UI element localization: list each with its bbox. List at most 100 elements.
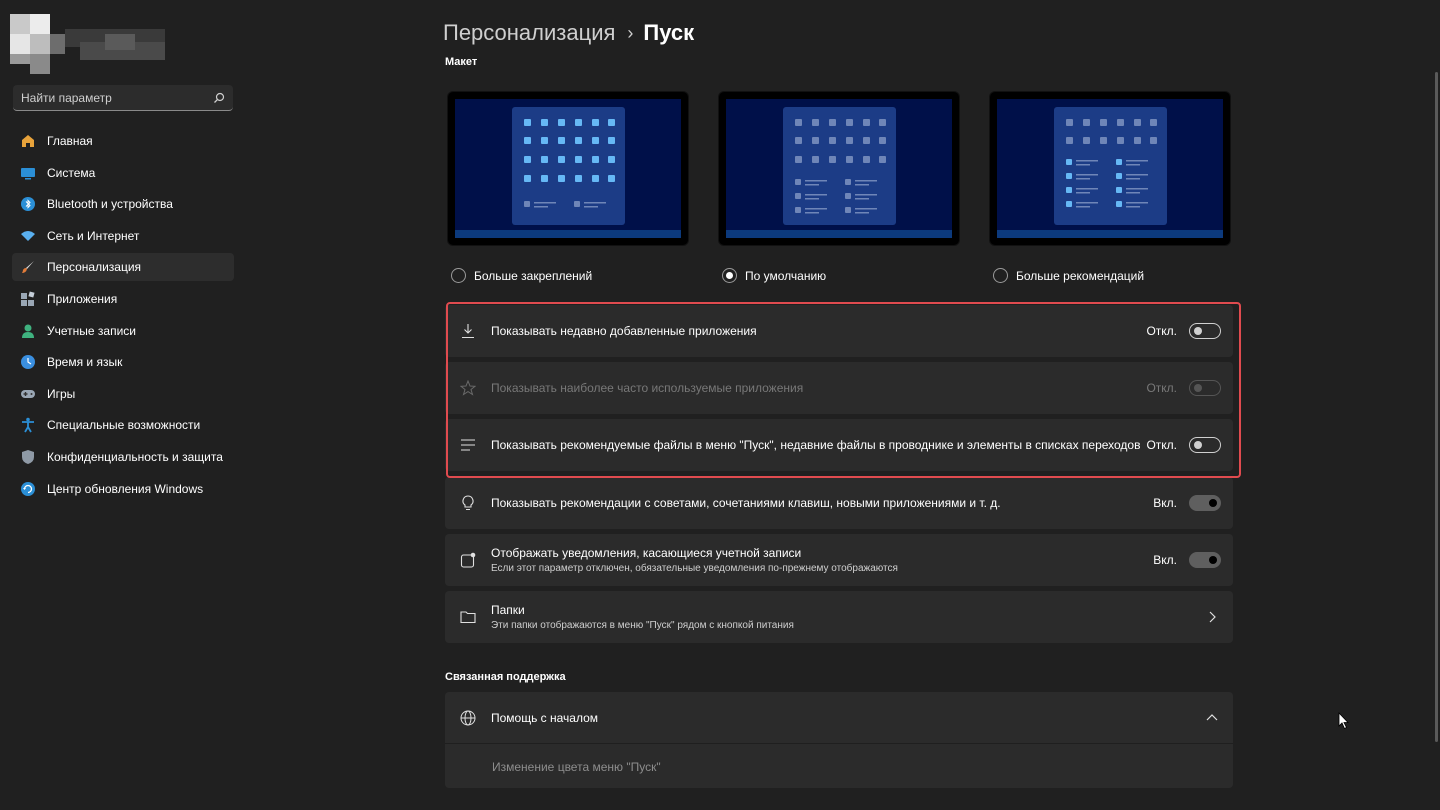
account-notification-icon [459, 551, 477, 569]
setting-title: Показывать наиболее часто используемые п… [491, 381, 804, 395]
setting-title: Показывать недавно добавленные приложени… [491, 324, 757, 338]
toggle-state-label: Вкл. [1153, 496, 1177, 510]
update-icon [20, 481, 36, 497]
layout-preview[interactable] [718, 91, 960, 246]
toggle-state-label: Откл. [1146, 324, 1177, 338]
sidebar-item-label: Сеть и Интернет [47, 228, 140, 243]
setting-description: Если этот параметр отключен, обязательны… [491, 563, 898, 574]
setting-recently-added-apps[interactable]: Показывать недавно добавленные приложени… [445, 305, 1233, 357]
sidebar-item-personalization[interactable]: Персонализация [12, 253, 234, 282]
setting-account-notifications[interactable]: Отображать уведомления, касающиеся учетн… [445, 534, 1233, 586]
sidebar: Главная Система Bluetooth и устройства С… [0, 0, 245, 810]
sidebar-item-gaming[interactable]: Игры [12, 380, 234, 408]
layout-option-default[interactable]: По умолчанию [718, 91, 960, 283]
toggle-switch[interactable] [1189, 495, 1221, 511]
layout-options: Больше закреплений По умолчанию Больше р… [447, 91, 1233, 286]
setting-most-used-apps: Показывать наиболее часто используемые п… [445, 362, 1233, 414]
preview-taskbar [455, 230, 681, 238]
layout-radio-default[interactable]: По умолчанию [718, 268, 960, 283]
layout-radio-more-recommendations[interactable]: Больше рекомендаций [989, 268, 1231, 283]
layout-radio-more-pins[interactable]: Больше закреплений [447, 268, 689, 283]
toggle-switch[interactable] [1189, 552, 1221, 568]
setting-description: Эти папки отображаются в меню "Пуск" ряд… [491, 620, 794, 631]
monitor-icon [20, 165, 36, 181]
home-icon [20, 133, 36, 149]
sidebar-item-bluetooth[interactable]: Bluetooth и устройства [12, 190, 234, 218]
layout-section-title: Макет [445, 56, 478, 68]
sidebar-item-privacy[interactable]: Конфиденциальность и защита [12, 443, 234, 471]
apps-icon [20, 291, 36, 307]
sidebar-item-label: Система [47, 165, 96, 180]
sidebar-item-apps[interactable]: Приложения [12, 285, 234, 313]
search-field[interactable] [13, 85, 233, 111]
sidebar-item-label: Время и язык [47, 355, 123, 370]
avatar[interactable] [10, 14, 165, 76]
search-input[interactable] [21, 90, 213, 105]
page-title: Пуск [643, 20, 695, 45]
sidebar-item-label: Центр обновления Windows [47, 481, 204, 496]
layout-preview[interactable] [989, 91, 1231, 246]
brush-icon [20, 259, 36, 275]
help-expander-header[interactable]: Помощь с началом [445, 692, 1233, 744]
preview-taskbar [726, 230, 952, 238]
layout-preview[interactable] [447, 91, 689, 246]
radio-button[interactable] [722, 268, 737, 283]
accessibility-icon [20, 417, 36, 433]
sidebar-item-label: Приложения [47, 291, 118, 306]
preview-start-menu [1054, 107, 1167, 225]
sidebar-item-system[interactable]: Система [12, 159, 234, 187]
scrollbar[interactable] [1435, 72, 1438, 742]
help-expander: Помощь с началом Изменение цвета меню "П… [445, 692, 1233, 788]
preview-taskbar [997, 230, 1223, 238]
sidebar-item-time-language[interactable]: Время и язык [12, 348, 234, 376]
shield-icon [20, 449, 36, 465]
folder-icon [459, 608, 477, 626]
wifi-icon [20, 228, 36, 244]
setting-recommended-files[interactable]: Показывать рекомендуемые файлы в меню "П… [445, 419, 1233, 471]
bluetooth-icon [20, 196, 36, 212]
sidebar-item-accounts[interactable]: Учетные записи [12, 317, 234, 345]
sidebar-item-label: Игры [47, 386, 76, 401]
toggle-switch[interactable] [1189, 323, 1221, 339]
preview-tiles [524, 119, 615, 208]
preview-start-menu [783, 107, 896, 225]
toggle-state-label: Откл. [1146, 438, 1177, 452]
help-link-start-color[interactable]: Изменение цвета меню "Пуск" [445, 744, 1233, 774]
setting-title: Отображать уведомления, касающиеся учетн… [491, 546, 802, 560]
sidebar-item-label: Учетные записи [47, 323, 136, 338]
sidebar-item-label: Конфиденциальность и защита [47, 449, 223, 464]
radio-label: По умолчанию [745, 268, 827, 283]
layout-option-more-recommendations[interactable]: Больше рекомендаций [989, 91, 1231, 283]
chevron-up-icon[interactable] [1203, 709, 1221, 727]
layout-option-more-pins[interactable]: Больше закреплений [447, 91, 689, 283]
sidebar-nav: Главная Система Bluetooth и устройства С… [12, 127, 234, 506]
sidebar-item-label: Главная [47, 134, 93, 148]
radio-button[interactable] [451, 268, 466, 283]
sidebar-item-label: Bluetooth и устройства [47, 197, 173, 212]
person-icon [20, 323, 36, 339]
sidebar-item-network[interactable]: Сеть и Интернет [12, 222, 234, 250]
toggle-switch[interactable] [1189, 437, 1221, 453]
breadcrumb-parent[interactable]: Персонализация [443, 20, 615, 46]
gamepad-icon [20, 386, 36, 402]
chevron-right-icon: › [627, 22, 634, 43]
setting-tips-recommendations[interactable]: Показывать рекомендации с советами, соче… [445, 477, 1233, 529]
setting-title: Показывать рекомендации с советами, соче… [491, 496, 1001, 510]
setting-title: Папки [491, 603, 525, 617]
search-icon[interactable] [213, 92, 225, 104]
sidebar-item-home[interactable]: Главная [12, 127, 234, 155]
globe-clock-icon [20, 354, 36, 370]
setting-folders[interactable]: Папки Эти папки отображаются в меню "Пус… [445, 591, 1233, 643]
star-icon [459, 379, 477, 397]
breadcrumb: Персонализация › Пуск [443, 20, 694, 46]
sidebar-item-label: Специальные возможности [47, 418, 201, 433]
radio-button[interactable] [993, 268, 1008, 283]
radio-label: Больше закреплений [474, 268, 593, 283]
chevron-right-icon[interactable] [1203, 608, 1221, 626]
sidebar-item-windows-update[interactable]: Центр обновления Windows [12, 475, 234, 503]
toggle-state-label: Вкл. [1153, 553, 1177, 567]
toggle-state-label: Откл. [1146, 381, 1177, 395]
sidebar-item-accessibility[interactable]: Специальные возможности [12, 411, 234, 439]
help-title: Помощь с началом [491, 710, 599, 725]
radio-label: Больше рекомендаций [1016, 268, 1145, 283]
